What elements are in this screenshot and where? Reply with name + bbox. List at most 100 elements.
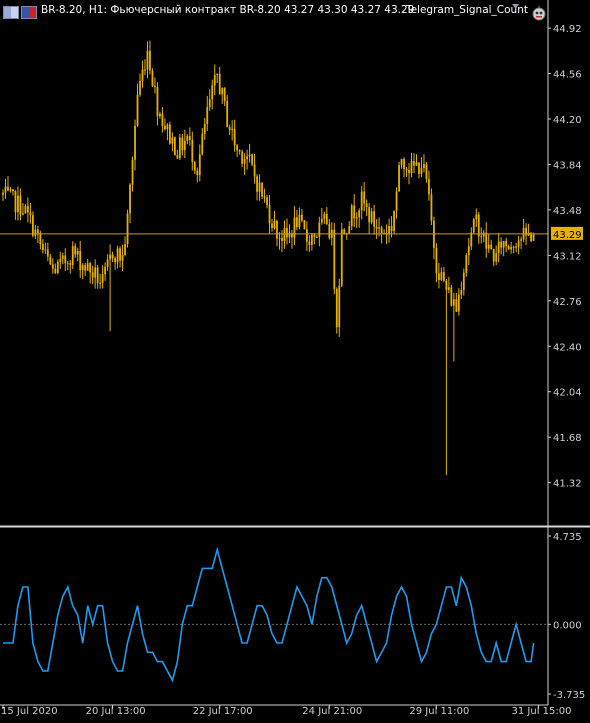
candle-body (223, 87, 226, 102)
candle-body (211, 85, 214, 100)
candle-body (455, 299, 458, 312)
candle-body (515, 246, 518, 248)
candle-body (9, 189, 12, 191)
candle-body (22, 213, 24, 215)
candle-body (64, 255, 67, 264)
time-tick-label: 15 Jul 2020 (1, 706, 58, 717)
candle-body (151, 70, 154, 87)
candle-body (188, 135, 191, 140)
candle-body (420, 168, 423, 174)
candle-body (81, 265, 84, 270)
candle-body (301, 214, 303, 221)
candle-body (276, 220, 278, 239)
candle-body (126, 213, 129, 245)
candle-body (271, 223, 273, 229)
candle-body (203, 123, 206, 134)
candle-body (196, 170, 199, 176)
candle-body (208, 99, 211, 108)
chart-canvas[interactable]: 43.29 44.92 44.56 44.20 43.84 43.48 43.12 42.76… (0, 0, 590, 719)
candle-body (61, 255, 64, 259)
candle-body (283, 227, 286, 241)
symbol-flag-icon (3, 6, 19, 19)
candle-body (467, 246, 470, 256)
chart-window[interactable]: 43.29 44.92 44.56 44.20 43.84 43.48 43.12 42.76… (0, 0, 590, 719)
candle-body (94, 267, 97, 278)
current-price-label: 43.29 (553, 230, 582, 241)
candle-body (370, 211, 373, 223)
candle-body (146, 50, 149, 70)
chart-header: BR-8.20, H1: Фьючерсный контракт BR-8.20… (0, 4, 590, 21)
candle-body (318, 222, 321, 237)
candle-body (139, 80, 141, 95)
candle-body (176, 155, 179, 159)
indicator-name-label[interactable]: Telegram_Signal_Count (406, 4, 528, 16)
candle-body (480, 236, 483, 238)
price-tick-label: 43.12 (553, 251, 582, 262)
candle-body (390, 226, 393, 232)
candle-body (91, 272, 94, 278)
candle-body (415, 162, 418, 166)
candle-body (497, 241, 500, 254)
candle-body (71, 246, 74, 265)
candle-body (246, 156, 249, 160)
candle-body (27, 205, 29, 213)
candle-body (198, 154, 201, 176)
robot-ea-icon[interactable] (531, 5, 547, 21)
candle-body (408, 170, 410, 174)
candle-body (251, 154, 253, 165)
indicator-series-line (3, 546, 535, 683)
candle-body (492, 249, 495, 262)
candle-body (310, 234, 313, 245)
candle-body (24, 205, 27, 214)
candle-body (442, 272, 445, 281)
candle-body (213, 75, 216, 86)
indicator-tick-label: -3.735 (553, 690, 585, 701)
candle-body (393, 210, 395, 232)
candle-body (340, 229, 343, 286)
candle-body (447, 287, 450, 290)
indicator-tick-label: 0.000 (553, 620, 582, 631)
candle-body (320, 218, 323, 223)
price-tick-label: 42.76 (553, 297, 582, 308)
price-tick-label: 41.32 (553, 479, 582, 490)
candle-body (114, 258, 116, 263)
candle-body (233, 129, 236, 146)
time-tick-label: 31 Jul 15:00 (512, 706, 572, 717)
price-tick-label: 43.84 (553, 160, 582, 171)
candle-body (403, 158, 405, 169)
candle-body (400, 158, 403, 166)
candle-body (186, 135, 189, 141)
candle-body (54, 268, 57, 274)
indicator-tick-label: 4.735 (553, 532, 582, 543)
candle-body (440, 272, 443, 281)
candle-body (191, 139, 194, 163)
candle-body (241, 151, 244, 164)
candle-body (89, 263, 92, 273)
candle-body (178, 137, 181, 159)
candle-body (472, 219, 475, 233)
candle-body (298, 214, 301, 228)
candle-body (106, 259, 109, 267)
dropdown-arrow-icon[interactable] (512, 4, 519, 9)
candle-body (487, 244, 490, 249)
candle-body (56, 261, 59, 274)
candle-body (335, 288, 338, 328)
candle-body (104, 266, 107, 275)
candle-body (248, 154, 251, 157)
candle-body (520, 239, 523, 241)
candle-body (395, 191, 398, 211)
candle-body (350, 205, 353, 227)
candle-body (154, 86, 156, 88)
candle-body (413, 161, 415, 166)
candle-body (7, 186, 9, 191)
candle-body (490, 244, 493, 250)
candle-body (136, 94, 139, 126)
candle-body (380, 227, 383, 234)
candle-body (358, 210, 361, 218)
time-tick-label: 24 Jul 21:00 (302, 706, 362, 717)
candle-body (66, 263, 69, 265)
candle-body (116, 248, 119, 263)
candle-body (281, 237, 283, 241)
candle-body (500, 241, 503, 248)
candle-body (149, 50, 151, 71)
